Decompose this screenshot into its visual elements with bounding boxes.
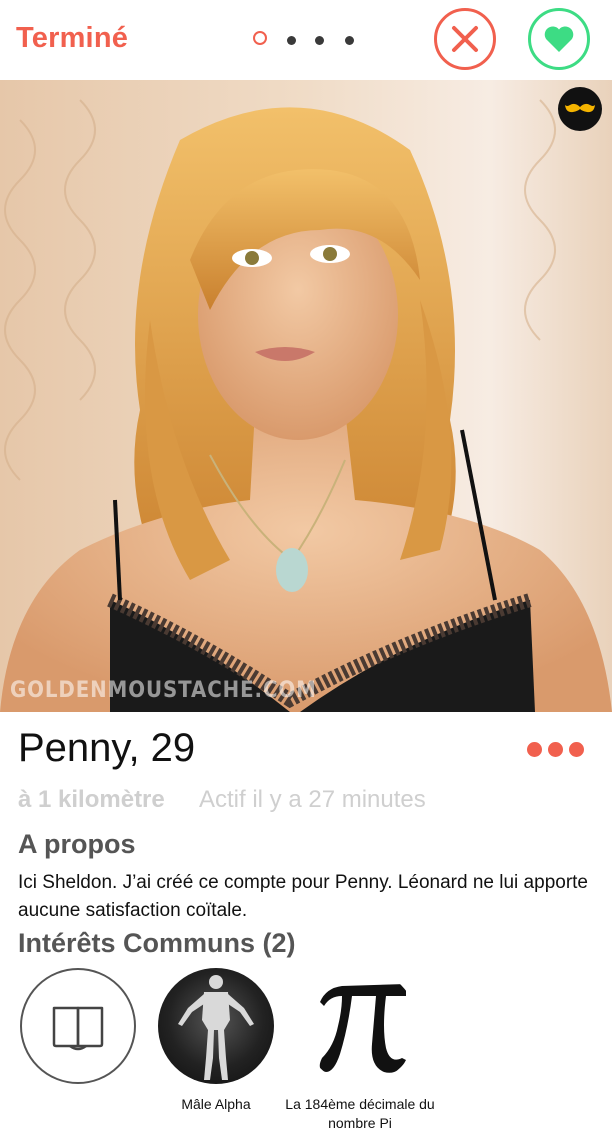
nope-button[interactable]: [434, 8, 496, 70]
close-icon: [452, 26, 478, 52]
interest-item-empty[interactable]: [440, 968, 560, 1084]
interest-circle: [20, 968, 136, 1084]
last-active-label: Actif il y a 27 minutes: [199, 786, 426, 813]
interest-item-male-alpha[interactable]: Mâle Alpha: [158, 968, 278, 1112]
about-text: Ici Sheldon. J’ai créé ce compte pour Pe…: [18, 872, 588, 921]
common-interests-heading: Intérêts Communs (2): [18, 928, 296, 958]
profile-photo-image: [0, 80, 612, 712]
more-dot: [569, 742, 584, 757]
moustache-badge[interactable]: [558, 87, 602, 131]
like-button[interactable]: [528, 8, 590, 70]
profile-name-age: Penny, 29: [18, 726, 196, 770]
profile-photo[interactable]: GOLDENMOUSTACHE.COM: [0, 80, 612, 712]
interest-label: La 184ème décimale du nombre Pi: [285, 1096, 435, 1131]
pi-icon: [319, 984, 406, 1073]
about-heading: A propos: [18, 829, 136, 859]
interest-circle: [440, 968, 556, 1084]
pager-dot-active[interactable]: [253, 31, 267, 45]
more-dot: [548, 742, 563, 757]
moustache-icon: [565, 103, 595, 113]
book-icon: [52, 1006, 104, 1051]
pager-dot[interactable]: [315, 36, 324, 45]
interest-circle: [302, 968, 418, 1084]
heart-icon: [544, 26, 574, 52]
watermark: GOLDENMOUSTACHE.COM: [10, 678, 317, 703]
more-dot: [527, 742, 542, 757]
interest-item-book[interactable]: [20, 968, 140, 1084]
top-bar: Terminé: [0, 0, 612, 80]
interest-label: Mâle Alpha: [181, 1096, 251, 1112]
more-options-button[interactable]: [527, 742, 587, 758]
pager-dot[interactable]: [345, 36, 354, 45]
interest-item-pi[interactable]: La 184ème décimale du nombre Pi: [285, 968, 435, 1131]
interest-circle: [158, 968, 274, 1084]
male-figure-icon: [178, 975, 254, 1080]
distance-label: à 1 kilomètre: [18, 786, 165, 813]
done-button[interactable]: Terminé: [16, 22, 128, 55]
pager-dot[interactable]: [287, 36, 296, 45]
